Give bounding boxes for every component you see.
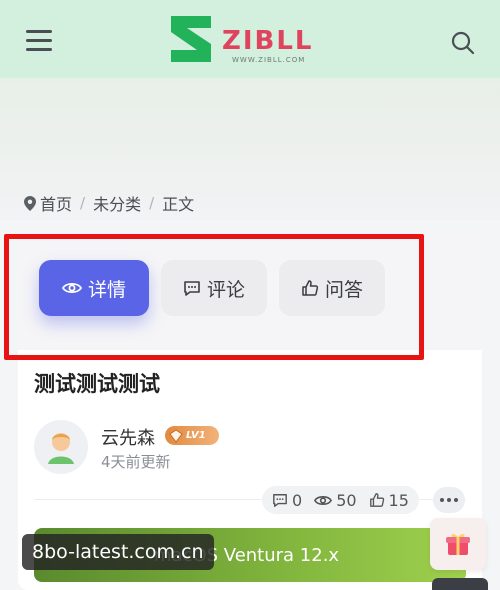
highlight-box: [4, 234, 424, 360]
thumbs-up-icon: [369, 493, 384, 507]
more-options-button[interactable]: [433, 487, 465, 513]
view-count: 50: [314, 490, 357, 510]
watermark: 8bo-latest.com.cn: [22, 534, 214, 570]
breadcrumb-separator: /: [149, 194, 155, 212]
view-count-value: 50: [336, 490, 357, 510]
comment-count[interactable]: 0: [272, 491, 302, 510]
breadcrumb-home[interactable]: 首页: [40, 191, 72, 215]
breadcrumb-separator: /: [80, 194, 86, 212]
like-count[interactable]: 15: [369, 491, 409, 510]
logo-text: ZIBLL: [222, 26, 314, 56]
location-pin-icon: [24, 195, 36, 211]
gift-button[interactable]: [430, 518, 486, 570]
like-count-value: 15: [388, 490, 409, 510]
level-text: LV1: [186, 430, 206, 441]
breadcrumb: 首页 / 未分类 / 正文: [24, 192, 194, 214]
breadcrumb-category[interactable]: 未分类: [93, 191, 141, 215]
hamburger-menu-icon[interactable]: [26, 30, 52, 52]
gem-icon: [169, 428, 183, 443]
corner-element: [432, 578, 488, 590]
level-badge: LV1: [165, 426, 219, 445]
logo-subtitle: WWW.ZIBLL.COM: [232, 56, 306, 64]
search-icon[interactable]: [450, 30, 476, 56]
post-stats: 0 50 15: [262, 486, 419, 514]
comment-count-value: 0: [292, 490, 303, 510]
update-time: 4天前更新: [101, 453, 171, 471]
gift-icon: [446, 533, 470, 555]
eye-icon: [314, 495, 333, 505]
post-title: 测试测试测试: [34, 372, 160, 396]
author-name[interactable]: 云先森: [101, 424, 155, 450]
comment-icon: [273, 493, 287, 507]
user-avatar-icon: [48, 433, 74, 464]
avatar[interactable]: [34, 420, 88, 474]
breadcrumb-current: 正文: [162, 195, 195, 214]
header-bar: ZIBLL WWW.ZIBLL.COM: [0, 0, 500, 78]
logo-icon[interactable]: [169, 14, 213, 64]
